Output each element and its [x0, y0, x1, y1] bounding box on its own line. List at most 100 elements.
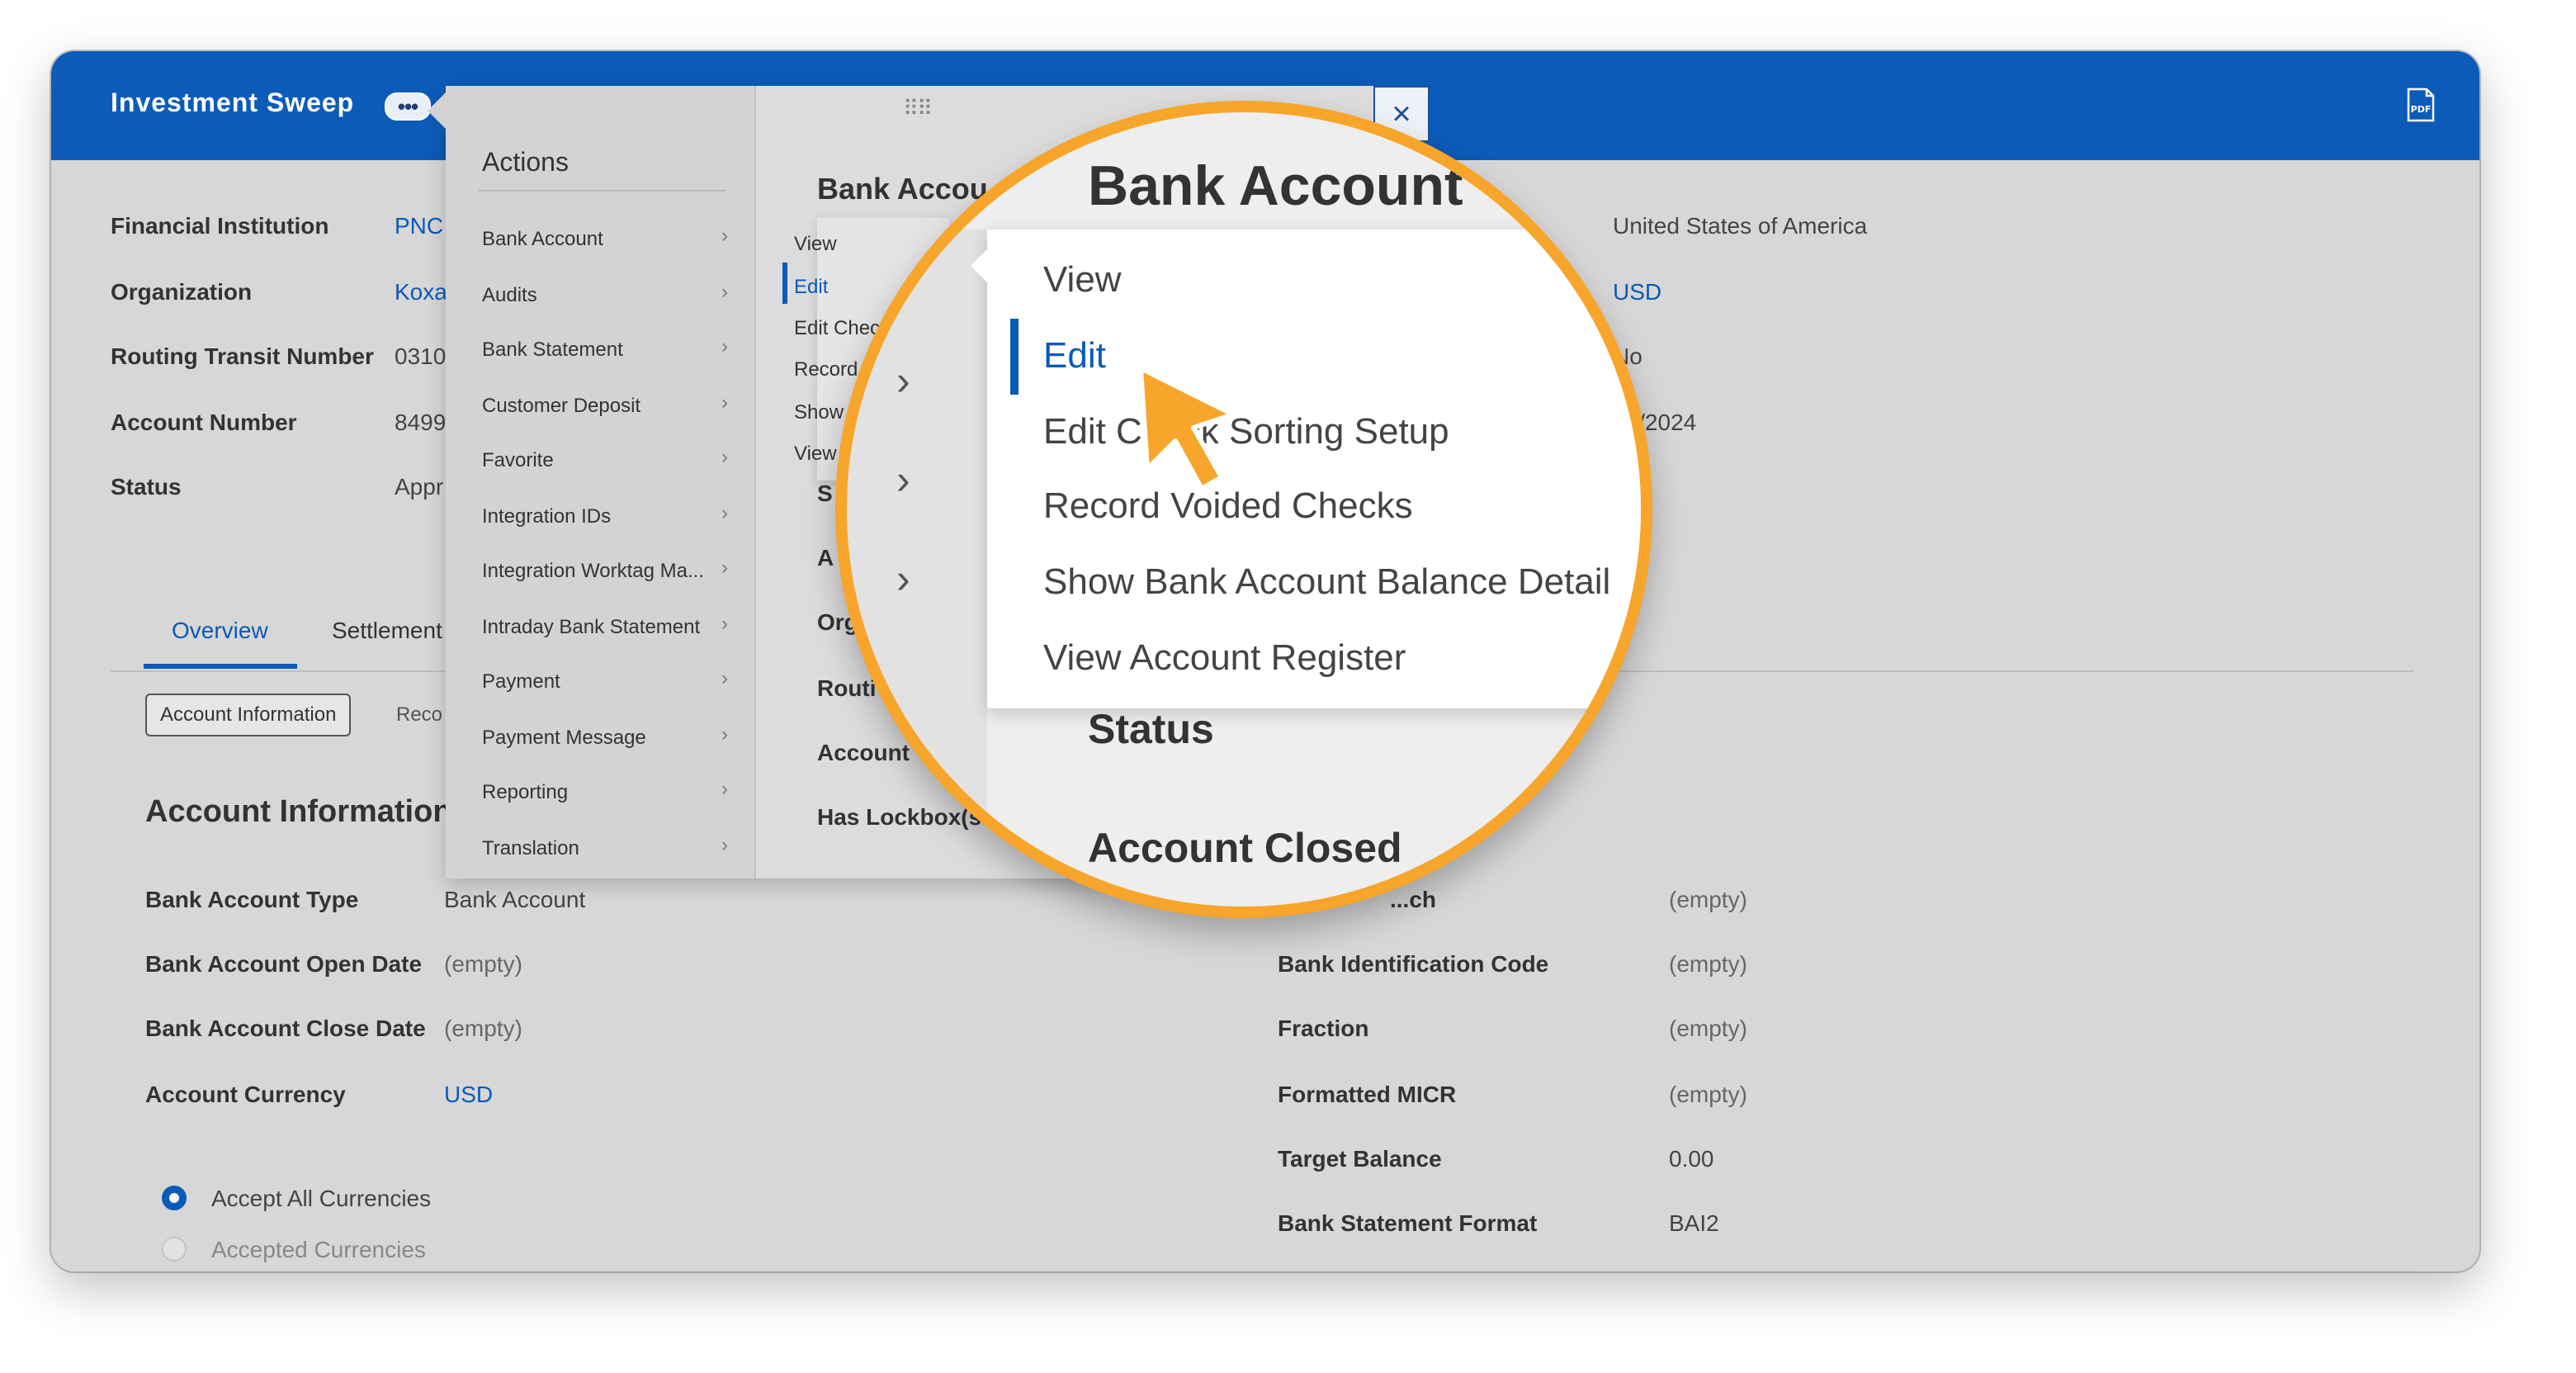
- field-value: (empty): [1669, 1016, 1747, 1041]
- actions-item-translation[interactable]: Translation: [482, 837, 579, 860]
- field-value: BAI2: [1669, 1210, 1719, 1236]
- field-label: Financial Institution: [111, 213, 329, 239]
- field-label: Formatted MICR: [1278, 1082, 1457, 1107]
- account-currency-link[interactable]: USD: [444, 1082, 493, 1108]
- field-value: (empty): [1669, 1082, 1747, 1107]
- field-label: ...ch: [1390, 887, 1437, 912]
- actions-menu: Actions: [446, 86, 756, 878]
- field-value: Bank Account: [444, 887, 586, 912]
- chevron-right-icon: ›: [721, 225, 728, 247]
- actions-item-audits[interactable]: Audits: [482, 284, 537, 307]
- field-value: (empty): [444, 1016, 522, 1041]
- popup-row: S: [817, 481, 833, 506]
- chevron-right-icon: ›: [721, 446, 728, 468]
- field-label: Bank Statement Format: [1278, 1210, 1538, 1236]
- field-label: Organization: [111, 279, 253, 305]
- actions-item-customer-deposit[interactable]: Customer Deposit: [482, 395, 640, 418]
- field-label: Account Number: [111, 410, 297, 435]
- divider: [479, 190, 726, 192]
- field-value: 8499: [395, 410, 447, 435]
- popup-row: A: [817, 545, 834, 571]
- actions-item-reporting[interactable]: Reporting: [482, 781, 568, 804]
- field-value: (empty): [1669, 951, 1747, 977]
- tab-overview[interactable]: Overview: [172, 618, 268, 644]
- magnified-submenu: View Edit Edit Check Sorting Setup Recor…: [971, 230, 1641, 708]
- chevron-right-icon: ›: [896, 556, 910, 602]
- actions-item-payment[interactable]: Payment: [482, 670, 560, 694]
- actions-item-integration-worktag[interactable]: Integration Worktag Ma...: [482, 560, 704, 583]
- subtab-reconciliation[interactable]: Reco: [396, 703, 442, 727]
- magnified-item-view-account-register[interactable]: View Account Register: [1043, 637, 1406, 679]
- field-value: Appr: [395, 474, 444, 499]
- field-label: Status: [111, 474, 182, 499]
- field-label: Bank Account Type: [145, 887, 359, 912]
- field-label: Routing Transit Number: [111, 343, 374, 369]
- submenu-pointer: [971, 249, 987, 282]
- pdf-icon[interactable]: PDF: [2407, 88, 2435, 122]
- magnified-status-label: Status: [1088, 706, 1214, 752]
- radio-accepted-currencies[interactable]: [162, 1237, 187, 1262]
- active-tab-indicator: [144, 664, 297, 669]
- selection-indicator: [1010, 319, 1019, 395]
- popup-heading: Bank Accou: [817, 172, 988, 206]
- tab-settlement[interactable]: Settlement: [332, 618, 442, 644]
- chevron-right-icon: ›: [721, 778, 728, 800]
- field-label: Fraction: [1278, 1016, 1369, 1041]
- svg-text:PDF: PDF: [2411, 104, 2432, 115]
- chevron-right-icon: ›: [896, 357, 910, 404]
- field-value: 0.00: [1669, 1146, 1714, 1172]
- field-label: Account Currency: [145, 1082, 346, 1107]
- actions-title: Actions: [482, 147, 569, 177]
- radio-accept-all-currencies[interactable]: [162, 1186, 187, 1210]
- drag-handle-icon[interactable]: ⠿⠿: [903, 96, 933, 121]
- radio-label: Accept All Currencies: [211, 1186, 432, 1211]
- actions-item-intraday-bank-statement[interactable]: Intraday Bank Statement: [482, 616, 700, 639]
- chevron-right-icon: ›: [721, 834, 728, 856]
- submenu-item-view-register[interactable]: View: [794, 443, 837, 466]
- chevron-right-icon: ›: [721, 391, 728, 414]
- country-value: United States of America: [1613, 213, 1868, 239]
- subtab-account-information[interactable]: Account Information: [145, 694, 352, 736]
- chevron-right-icon: ›: [721, 281, 728, 303]
- magnified-item-edit[interactable]: Edit: [1043, 335, 1106, 376]
- magnifier-callout: Bank Account › › › › Status Account Clos…: [835, 101, 1652, 918]
- actions-item-favorite[interactable]: Favorite: [482, 449, 554, 472]
- magnified-heading: Bank Account: [1088, 154, 1463, 217]
- organization-link[interactable]: Koxa: [395, 279, 447, 305]
- field-label: Bank Account Close Date: [145, 1016, 426, 1041]
- magnified-item-show-bank-account-balance-detail[interactable]: Show Bank Account Balance Detail: [1043, 561, 1610, 603]
- chevron-right-icon: ›: [896, 258, 910, 305]
- close-icon: ×: [1392, 95, 1411, 132]
- magnified-actions-strip: [847, 230, 987, 907]
- actions-item-bank-account[interactable]: Bank Account: [482, 228, 603, 251]
- chevron-right-icon: ›: [721, 613, 728, 635]
- field-label: Bank Identification Code: [1278, 951, 1549, 977]
- chevron-right-icon: ›: [896, 457, 910, 503]
- magnified-item-view[interactable]: View: [1043, 259, 1122, 301]
- related-actions-button[interactable]: •••: [385, 92, 431, 121]
- submenu-item-show[interactable]: Show: [794, 401, 844, 424]
- chevron-right-icon: ›: [721, 723, 728, 746]
- submenu-item-edit[interactable]: Edit: [794, 276, 828, 299]
- field-label: Target Balance: [1278, 1146, 1442, 1172]
- financial-institution-link[interactable]: PNC: [395, 213, 443, 239]
- chevron-right-icon: ›: [721, 335, 728, 357]
- cursor-arrow-icon: [1138, 366, 1236, 491]
- page-title: Investment Sweep: [111, 88, 355, 117]
- submenu-selection-indicator: [782, 263, 787, 304]
- actions-item-payment-message[interactable]: Payment Message: [482, 727, 646, 750]
- field-value: 0310: [395, 343, 447, 369]
- actions-item-integration-ids[interactable]: Integration IDs: [482, 505, 611, 528]
- chevron-right-icon: ›: [721, 667, 728, 689]
- actions-item-bank-statement[interactable]: Bank Statement: [482, 339, 623, 362]
- magnified-account-closed-label: Account Closed: [1088, 825, 1402, 871]
- chevron-right-icon: ›: [721, 556, 728, 579]
- radio-label: Accepted Currencies: [211, 1237, 426, 1262]
- field-value: (empty): [444, 951, 522, 977]
- field-value: (empty): [1669, 887, 1747, 912]
- popup-pointer: [428, 92, 446, 129]
- more-icon: •••: [397, 94, 418, 119]
- chevron-right-icon: ›: [721, 502, 728, 524]
- submenu-item-view[interactable]: View: [794, 233, 837, 256]
- field-label: Bank Account Open Date: [145, 951, 423, 977]
